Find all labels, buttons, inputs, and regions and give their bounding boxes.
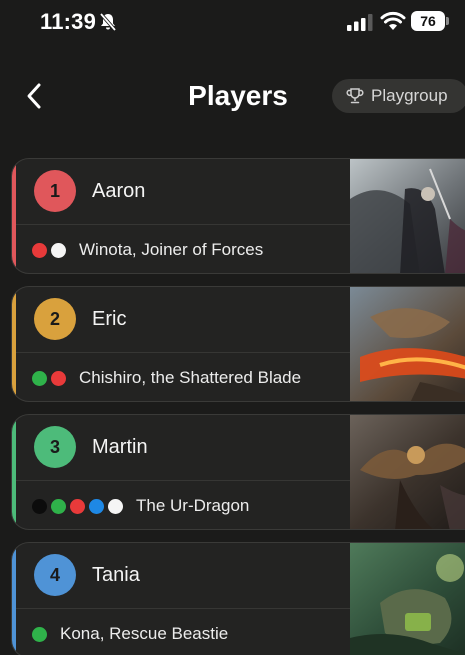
commander-name: Winota, Joiner of Forces	[79, 240, 264, 259]
green-mana-pip	[32, 370, 47, 386]
player-row: 1 Aaron	[16, 159, 350, 225]
player-row: 2 Eric	[16, 287, 350, 353]
color-identity	[32, 498, 127, 514]
player-card[interactable]: 2 Eric Chishiro, the Shattered Blade	[11, 286, 465, 402]
playgroup-button[interactable]: Playgroup	[332, 79, 465, 113]
player-card[interactable]: 4 Tania Kona, Rescue Beastie	[11, 542, 465, 655]
playgroup-label: Playgroup	[371, 86, 448, 105]
black-mana-pip	[32, 498, 47, 514]
player-row: 3 Martin	[16, 415, 350, 481]
player-row: 4 Tania	[16, 543, 350, 609]
player-name: Tania	[92, 564, 140, 586]
commander-row: Chishiro, the Shattered Blade	[16, 353, 350, 401]
commander-row: Kona, Rescue Beastie	[16, 609, 350, 655]
player-card[interactable]: 1 Aaron Winota, Joiner of Forces	[11, 158, 465, 274]
color-identity	[32, 242, 70, 258]
player-name: Aaron	[92, 180, 146, 202]
player-name: Martin	[92, 436, 148, 458]
player-name: Eric	[92, 308, 127, 330]
battery-icon: 76	[411, 11, 445, 31]
green-mana-pip	[51, 498, 66, 514]
green-mana-pip	[32, 626, 47, 642]
players-screen: 11:39 76 Players Playgroup 1 Aaron Winot…	[0, 0, 465, 655]
trophy-icon	[346, 88, 364, 104]
red-mana-pip	[32, 242, 47, 258]
commander-art-image	[350, 543, 465, 655]
color-identity	[32, 370, 70, 386]
bell-slash-icon	[99, 12, 117, 32]
signal-icon	[347, 14, 373, 31]
seat-badge: 4	[34, 554, 76, 596]
commander-row: Winota, Joiner of Forces	[16, 225, 350, 273]
player-card[interactable]: 3 Martin The Ur-Dragon	[11, 414, 465, 530]
commander-name: Kona, Rescue Beastie	[60, 624, 229, 643]
color-identity	[32, 626, 51, 642]
commander-name: Chishiro, the Shattered Blade	[79, 368, 302, 387]
white-mana-pip	[51, 242, 66, 258]
status-bar: 11:39 76	[0, 0, 465, 44]
seat-badge: 3	[34, 426, 76, 468]
wifi-icon	[380, 11, 406, 30]
commander-row: The Ur-Dragon	[16, 481, 350, 529]
commander-art-image	[350, 287, 465, 401]
status-time: 11:39	[40, 9, 97, 34]
red-mana-pip	[51, 370, 66, 386]
white-mana-pip	[108, 498, 123, 514]
seat-badge: 2	[34, 298, 76, 340]
commander-art-image	[350, 159, 465, 273]
commander-art-image	[350, 415, 465, 529]
red-mana-pip	[70, 498, 85, 514]
blue-mana-pip	[89, 498, 104, 514]
battery-nub	[446, 17, 449, 25]
commander-name: The Ur-Dragon	[136, 496, 250, 515]
seat-badge: 1	[34, 170, 76, 212]
